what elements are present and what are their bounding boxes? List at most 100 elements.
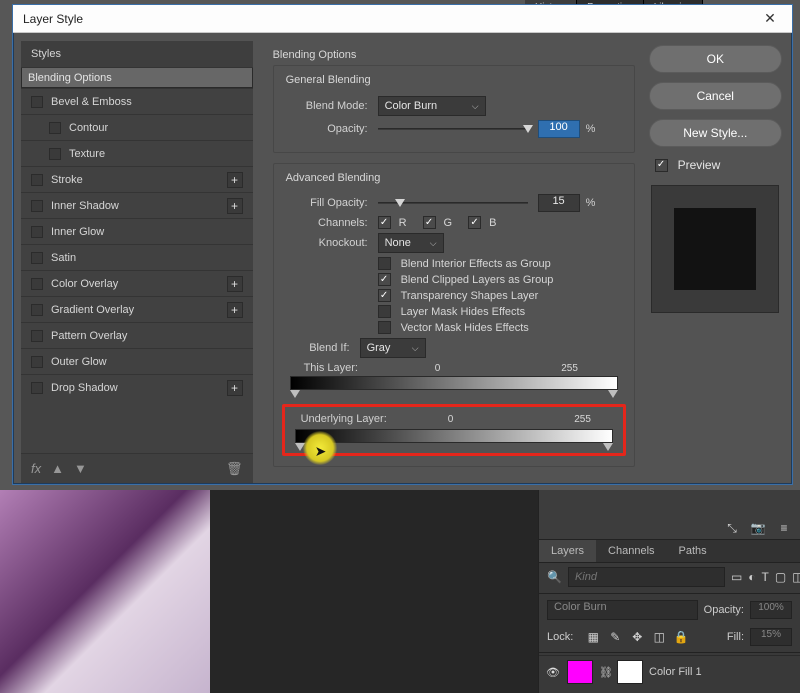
fillopacity-input[interactable]: 15 bbox=[538, 194, 580, 212]
style-checkbox-gradient-overlay[interactable] bbox=[31, 304, 43, 316]
adv-opt-checkbox-0[interactable] bbox=[378, 257, 391, 270]
opacity-input[interactable]: 100 bbox=[538, 120, 580, 138]
style-checkbox-color-overlay[interactable] bbox=[31, 278, 43, 290]
advanced-blending-group: Advanced Blending Fill Opacity: 15 % Cha… bbox=[273, 163, 635, 467]
adv-opt-checkbox-2[interactable] bbox=[378, 289, 391, 302]
layer-style-dialog: Layer Style ✕ Styles Blending OptionsBev… bbox=[12, 4, 793, 485]
blendif-channel-select[interactable]: Gray ⌵ bbox=[360, 338, 426, 358]
panel-collapse-icon[interactable]: ⤡ bbox=[724, 520, 740, 536]
opacity-knob[interactable] bbox=[523, 125, 533, 133]
close-icon: ✕ bbox=[764, 10, 776, 27]
link-mask-icon[interactable]: ⛓ bbox=[599, 666, 611, 679]
style-checkbox-stroke[interactable] bbox=[31, 174, 43, 186]
adv-opt-checkbox-4[interactable] bbox=[378, 321, 391, 334]
underlying-gradient[interactable] bbox=[295, 429, 613, 443]
channel-r-checkbox[interactable] bbox=[378, 216, 391, 229]
tab-layers[interactable]: Layers bbox=[539, 540, 596, 562]
filter-smart-icon[interactable]: ◫ bbox=[792, 569, 800, 585]
channel-g-checkbox[interactable] bbox=[423, 216, 436, 229]
adv-opt-label-1: Blend Clipped Layers as Group bbox=[401, 274, 554, 286]
filter-type-icon[interactable]: T bbox=[762, 569, 769, 585]
style-row-color-overlay[interactable]: Color Overlay+ bbox=[21, 270, 253, 296]
this-layer-handle-right[interactable] bbox=[608, 390, 618, 398]
titlebar[interactable]: Layer Style ✕ bbox=[13, 5, 792, 33]
lock-pixels-icon[interactable]: ✎ bbox=[607, 629, 623, 645]
layer-filter-input[interactable] bbox=[568, 567, 725, 587]
underlying-hi: 255 bbox=[553, 414, 613, 425]
tab-channels[interactable]: Channels bbox=[596, 540, 666, 562]
advanced-blending-title: Advanced Blending bbox=[282, 172, 385, 184]
cancel-button[interactable]: Cancel bbox=[649, 82, 782, 110]
opacity-slider[interactable] bbox=[378, 128, 528, 130]
style-row-contour[interactable]: Contour bbox=[21, 114, 253, 140]
adv-opt-checkbox-3[interactable] bbox=[378, 305, 391, 318]
lock-transparent-icon[interactable]: ▦ bbox=[585, 629, 601, 645]
style-label-gradient-overlay: Gradient Overlay bbox=[51, 304, 134, 316]
lock-position-icon[interactable]: ✥ bbox=[629, 629, 645, 645]
layer-mask-thumbnail[interactable] bbox=[617, 660, 643, 684]
move-up-icon[interactable]: ▲ bbox=[51, 461, 64, 476]
tab-paths[interactable]: Paths bbox=[667, 540, 719, 562]
this-layer-hi: 255 bbox=[540, 363, 600, 374]
style-checkbox-contour[interactable] bbox=[49, 122, 61, 134]
add-effect-inner-shadow[interactable]: + bbox=[227, 198, 243, 214]
add-effect-color-overlay[interactable]: + bbox=[227, 276, 243, 292]
panel-menu-icon[interactable]: ≡ bbox=[776, 520, 792, 536]
style-row-stroke[interactable]: Stroke+ bbox=[21, 166, 253, 192]
trash-icon[interactable]: 🗑 bbox=[226, 461, 243, 477]
style-row-pattern-overlay[interactable]: Pattern Overlay bbox=[21, 322, 253, 348]
style-checkbox-drop-shadow[interactable] bbox=[31, 382, 43, 394]
style-checkbox-texture[interactable] bbox=[49, 148, 61, 160]
filter-adjust-icon[interactable]: ◐ bbox=[748, 569, 755, 585]
style-checkbox-inner-shadow[interactable] bbox=[31, 200, 43, 212]
style-row-blending-options[interactable]: Blending Options bbox=[21, 68, 253, 88]
channel-b-label: B bbox=[489, 217, 496, 229]
style-row-texture[interactable]: Texture bbox=[21, 140, 253, 166]
add-effect-stroke[interactable]: + bbox=[227, 172, 243, 188]
style-checkbox-outer-glow[interactable] bbox=[31, 356, 43, 368]
style-row-gradient-overlay[interactable]: Gradient Overlay + bbox=[21, 296, 253, 322]
move-down-icon[interactable]: ▼ bbox=[74, 461, 87, 476]
fillopacity-knob[interactable] bbox=[395, 199, 405, 207]
style-checkbox-pattern-overlay[interactable] bbox=[31, 330, 43, 342]
style-row-drop-shadow[interactable]: Drop Shadow+ bbox=[21, 374, 253, 400]
style-row-inner-shadow[interactable]: Inner Shadow+ bbox=[21, 192, 253, 218]
layer-blendmode-select[interactable]: Color Burn bbox=[547, 600, 698, 620]
underlying-handle-right[interactable] bbox=[603, 443, 613, 451]
adv-opt-label-0: Blend Interior Effects as Group bbox=[401, 258, 551, 270]
lock-artboard-icon[interactable]: ◫ bbox=[651, 629, 667, 645]
preview-checkbox[interactable] bbox=[655, 159, 668, 172]
style-row-outer-glow[interactable]: Outer Glow bbox=[21, 348, 253, 374]
fillopacity-slider[interactable] bbox=[378, 202, 528, 204]
knockout-select[interactable]: None ⌵ bbox=[378, 233, 444, 253]
add-effect-gradient-overlay[interactable]: + bbox=[227, 302, 243, 318]
blend-mode-select[interactable]: Color Burn ⌵ bbox=[378, 96, 486, 116]
layer-thumbnail[interactable] bbox=[567, 660, 593, 684]
style-checkbox-satin[interactable] bbox=[31, 252, 43, 264]
filter-pixel-icon[interactable]: ▭ bbox=[731, 569, 742, 585]
new-style-button[interactable]: New Style... bbox=[649, 119, 782, 147]
style-row-inner-glow[interactable]: Inner Glow bbox=[21, 218, 253, 244]
ok-button[interactable]: OK bbox=[649, 45, 782, 73]
lock-all-icon[interactable]: 🔒 bbox=[673, 629, 689, 645]
fx-menu-icon[interactable]: fx bbox=[31, 461, 41, 476]
this-layer-gradient[interactable] bbox=[290, 376, 618, 390]
adv-opt-checkbox-1[interactable] bbox=[378, 273, 391, 286]
layer-name[interactable]: Color Fill 1 bbox=[649, 666, 702, 678]
layer-fill-value[interactable]: 15% bbox=[750, 628, 792, 646]
this-layer-handle-left[interactable] bbox=[290, 390, 300, 398]
layer-opacity-value[interactable]: 100% bbox=[750, 601, 792, 619]
channel-b-checkbox[interactable] bbox=[468, 216, 481, 229]
style-label-texture: Texture bbox=[69, 148, 105, 160]
style-row-bevel[interactable]: Bevel & Emboss bbox=[21, 88, 253, 114]
panel-camera-icon[interactable]: 📷 bbox=[750, 520, 766, 536]
add-effect-drop-shadow[interactable]: + bbox=[227, 380, 243, 396]
style-checkbox-inner-glow[interactable] bbox=[31, 226, 43, 238]
close-button[interactable]: ✕ bbox=[748, 5, 792, 33]
adv-opt-label-4: Vector Mask Hides Effects bbox=[401, 322, 529, 334]
layer-row[interactable]: 👁 ⛓ Color Fill 1 bbox=[539, 655, 800, 688]
style-checkbox-bevel[interactable] bbox=[31, 96, 43, 108]
filter-shape-icon[interactable]: ▢ bbox=[775, 569, 786, 585]
style-row-satin[interactable]: Satin bbox=[21, 244, 253, 270]
visibility-icon[interactable]: 👁 bbox=[545, 666, 561, 679]
